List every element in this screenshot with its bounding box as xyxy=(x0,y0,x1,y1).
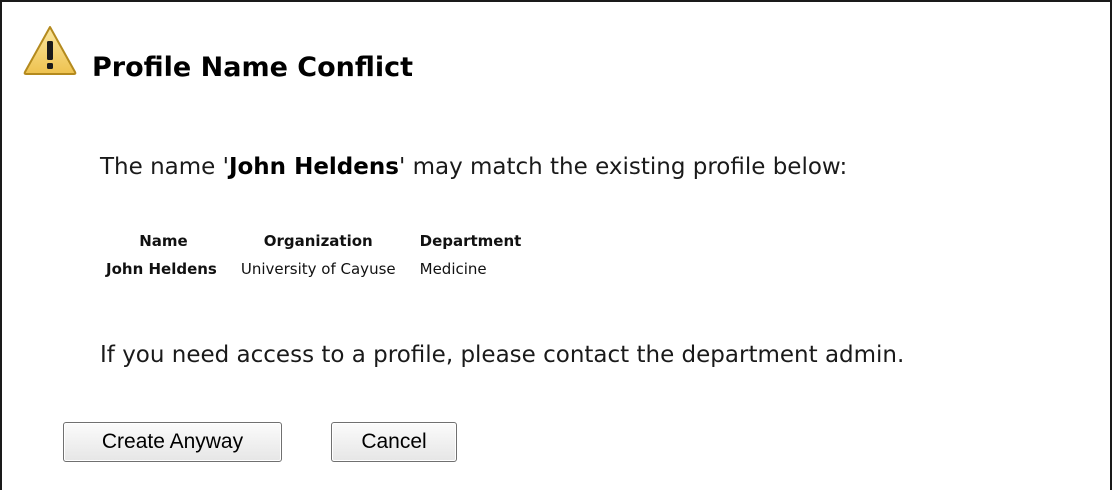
table-row: John Heldens University of Cayuse Medici… xyxy=(98,258,533,280)
profile-conflict-dialog: Profile Name Conflict The name 'John Hel… xyxy=(0,0,1112,490)
access-help-text: If you need access to a profile, please … xyxy=(100,342,905,368)
cell-department: Medicine xyxy=(419,260,487,278)
message-prefix: The name ' xyxy=(100,154,229,180)
warning-icon xyxy=(23,26,77,75)
message-name: John Heldens xyxy=(228,154,399,180)
header-organization: Organization xyxy=(263,232,373,250)
header-name: Name xyxy=(139,232,188,250)
cell-name: John Heldens xyxy=(106,260,217,278)
conflict-message: The name 'John Heldens' may match the ex… xyxy=(100,154,847,180)
create-anyway-button[interactable]: Create Anyway xyxy=(63,422,282,462)
table-header-row: Name Organization Department xyxy=(98,230,533,258)
profile-table: Name Organization Department John Helden… xyxy=(98,230,533,280)
message-suffix: ' may match the existing profile below: xyxy=(398,154,848,180)
cancel-button[interactable]: Cancel xyxy=(331,422,457,462)
dialog-title: Profile Name Conflict xyxy=(92,52,414,83)
header-department: Department xyxy=(419,232,522,250)
cell-organization: University of Cayuse xyxy=(240,260,396,278)
